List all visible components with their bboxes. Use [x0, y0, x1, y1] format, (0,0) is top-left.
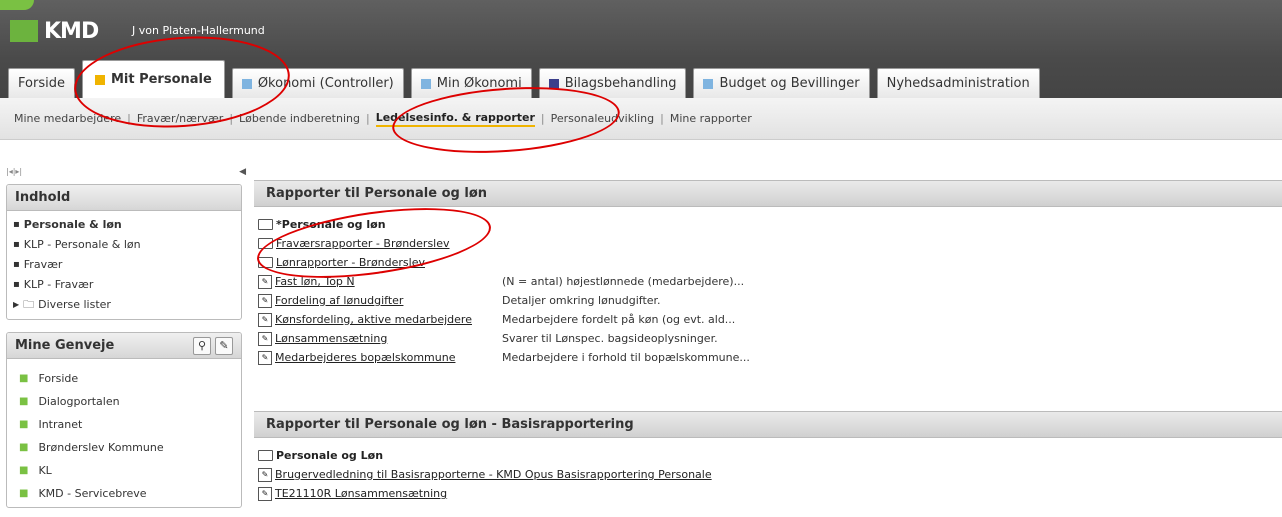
report-icon: ✎ — [258, 312, 272, 327]
folder-icon — [258, 219, 273, 230]
indhold-item[interactable]: ▪ KLP - Fravær — [7, 275, 241, 295]
report-icon: ✎ — [258, 486, 272, 501]
report-link[interactable]: Lønsammensætning — [275, 332, 387, 345]
report-description: Detaljer omkring lønudgifter. — [502, 294, 661, 307]
indhold-item[interactable]: ▪ Fravær — [7, 255, 241, 275]
genvej-item[interactable]: ■ KMD - Servicebreve — [7, 482, 241, 505]
indhold-item[interactable]: ▶ 🗀 Diverse lister — [7, 295, 241, 315]
report-link[interactable]: Medarbejderes bopælskommune — [275, 351, 455, 364]
report-link[interactable]: TE21110R Lønsammensætning — [275, 487, 447, 500]
panel-header: Mine Genveje ⚲ ✎ — [7, 333, 241, 359]
folder-title-row: Personale og Løn — [258, 446, 1282, 465]
report-description: Medarbejdere fordelt på køn (og evt. ald… — [502, 313, 736, 326]
logo-text: KMD — [44, 18, 99, 44]
genvej-item[interactable]: ■ KL — [7, 459, 241, 482]
report-row[interactable]: ✎ Brugervedledning til Basisrapporterne -… — [258, 465, 1282, 484]
report-icon: ✎ — [258, 274, 272, 289]
genvej-item[interactable]: ■ Dialogportalen — [7, 390, 241, 413]
report-link[interactable]: Fordeling af lønudgifter — [275, 294, 403, 307]
folder-icon — [258, 450, 273, 461]
indhold-item[interactable]: ▪ Personale & løn — [7, 215, 241, 235]
genvej-item[interactable]: ■ Intranet — [7, 413, 241, 436]
tab-budget[interactable]: Budget og Bevillinger — [693, 68, 870, 98]
panel-title: Indhold — [7, 185, 241, 211]
panel-title: Mine Genveje — [15, 338, 115, 353]
tab-label: Forside — [18, 76, 65, 91]
link-icon[interactable]: ⚲ — [193, 336, 211, 355]
report-description: (N = antal) højestlønnede (medarbejdere)… — [502, 275, 745, 288]
report-description: Svarer til Lønspec. bagsideoplysninger. — [502, 332, 718, 345]
tab-forside[interactable]: Forside — [8, 68, 75, 98]
tab-label: Bilagsbehandling — [564, 76, 677, 91]
sidebar-splitter[interactable]: |◂|▸| ◀ — [6, 167, 246, 177]
report-row[interactable]: ✎ TE21110R Lønsammensætning — [258, 484, 1282, 503]
genvej-item[interactable]: ■ Brønderslev Kommune — [7, 436, 241, 459]
tab-color-icon — [703, 78, 714, 89]
tab-nyhedsadministration[interactable]: Nyhedsadministration — [876, 68, 1040, 98]
subnav-mine-rapporter[interactable]: Mine rapporter — [670, 112, 752, 125]
report-icon: ✎ — [258, 293, 272, 308]
report-description: Medarbejdere i forhold til bopælskommune… — [502, 351, 750, 364]
tab-label: Budget og Bevillinger — [719, 76, 860, 91]
section-basisrapportering: Rapporter til Personale og løn - Basisra… — [254, 411, 1282, 503]
report-link[interactable]: Kønsfordeling, aktive medarbejdere — [275, 313, 472, 326]
report-link[interactable]: Brugervedledning til Basisrapporterne - … — [275, 468, 712, 481]
logo-square — [10, 20, 38, 42]
user-name: J von Platen-Hallermund — [132, 24, 265, 37]
report-row[interactable]: ✎ Fordeling af lønudgifter Detaljer omkrin… — [258, 291, 1282, 310]
indhold-panel: Indhold ▪ Personale & løn ▪ KLP - Personal… — [6, 184, 242, 320]
report-row[interactable]: ✎ Fast løn, Top N (N = antal) højestlønned… — [258, 272, 1282, 291]
collapse-icon[interactable]: ◀ — [239, 167, 246, 177]
folder-icon: 🗀 — [23, 298, 35, 311]
genveje-panel: Mine Genveje ⚲ ✎ ■ Forside ■ Dialogportalen… — [6, 332, 242, 508]
tab-label: Nyhedsadministration — [886, 76, 1030, 91]
section-title: Rapporter til Personale og løn — [254, 180, 1282, 207]
report-icon: ✎ — [258, 467, 272, 482]
section-title: Rapporter til Personale og løn - Basisra… — [254, 411, 1282, 438]
report-row[interactable]: ✎ Medarbejderes bopælskommune Medarbejdere… — [258, 348, 1282, 367]
report-row[interactable]: ✎ Kønsfordeling, aktive medarbejdere Medar… — [258, 310, 1282, 329]
kmd-logo[interactable]: KMD — [10, 18, 99, 44]
indhold-item[interactable]: ▪ KLP - Personale & løn — [7, 235, 241, 255]
subnav-lobende[interactable]: Løbende indberetning — [239, 112, 360, 125]
wrench-icon[interactable]: ✎ — [215, 336, 233, 355]
genvej-item[interactable]: ■ Forside — [7, 367, 241, 390]
report-icon: ✎ — [258, 350, 272, 365]
tab-color-icon — [420, 78, 431, 89]
expand-icon[interactable]: ▶ — [13, 295, 19, 315]
report-icon: ✎ — [258, 331, 272, 346]
report-row[interactable]: ✎ Lønsammensætning Svarer til Lønspec. bag… — [258, 329, 1282, 348]
corner-decoration — [0, 0, 34, 10]
